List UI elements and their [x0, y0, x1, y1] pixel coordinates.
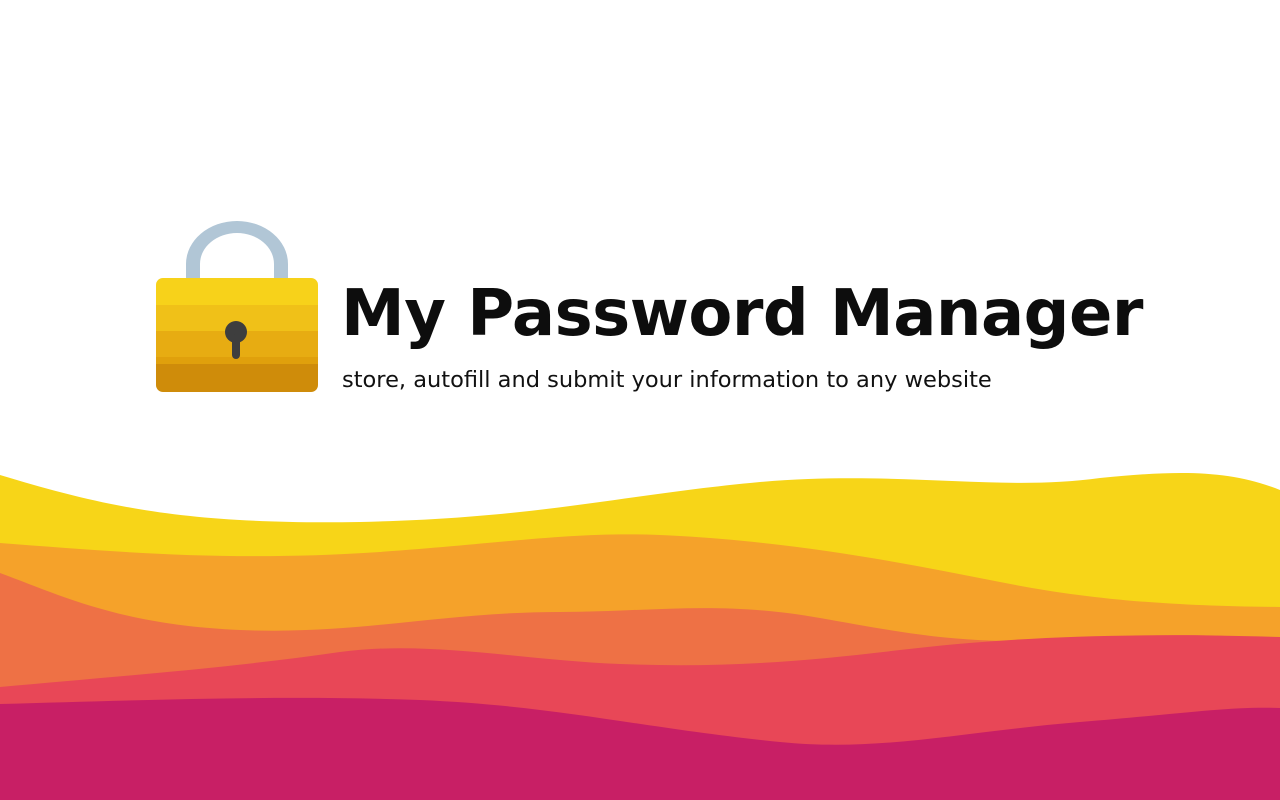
background-waves — [0, 473, 1280, 800]
page-title: My Password Manager — [341, 277, 1143, 351]
promo-banner: My Password Manager store, autofill and … — [0, 0, 1280, 800]
page-subtitle: store, autofill and submit your informat… — [342, 367, 992, 393]
padlock-icon — [156, 221, 318, 392]
padlock-shackle — [186, 221, 288, 284]
